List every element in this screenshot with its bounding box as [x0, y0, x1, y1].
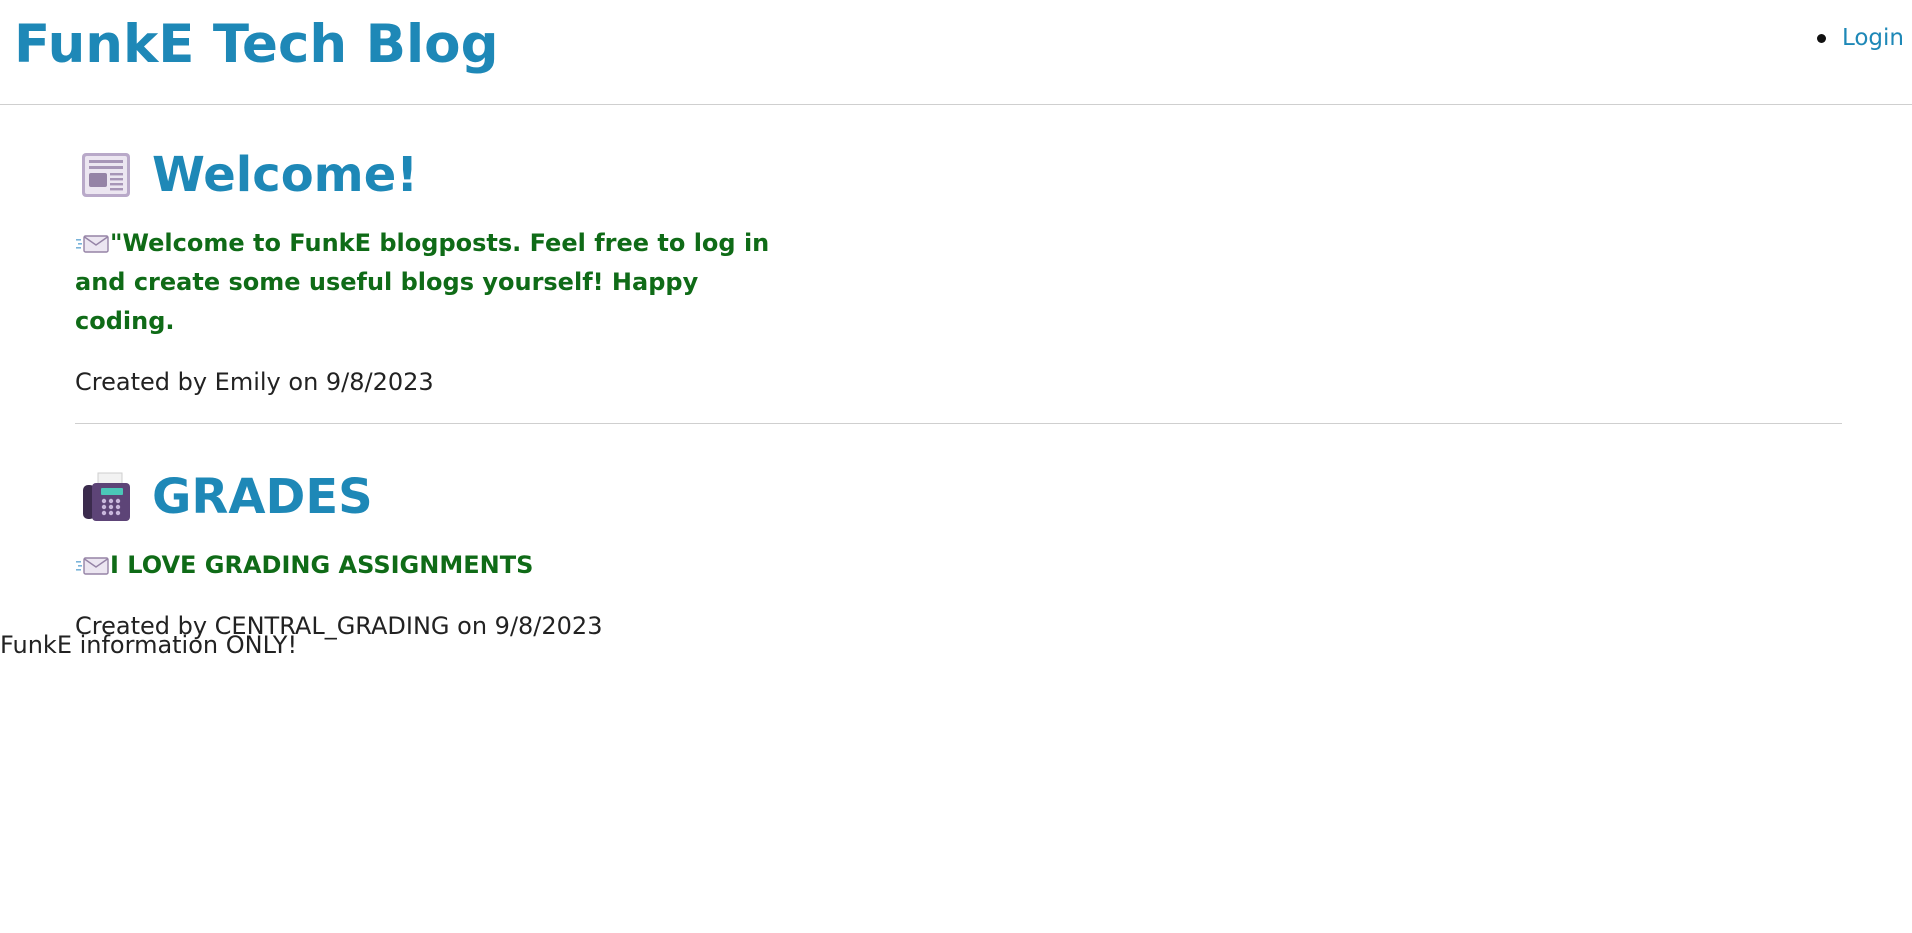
post-content: "Welcome to FunkE blogposts. Feel free t… [75, 224, 795, 341]
site-header: FunkE Tech Blog Login [0, 0, 1912, 105]
post-card: Welcome! "Welcome to FunkE blogposts. Fe… [75, 140, 1842, 399]
post-title[interactable]: Welcome! [152, 145, 418, 205]
incoming-envelope-icon [76, 235, 109, 253]
post-divider [75, 423, 1842, 424]
incoming-envelope-icon [76, 557, 109, 575]
post-header: Welcome! [75, 140, 1842, 210]
post-content-text: I LOVE GRADING ASSIGNMENTS [110, 551, 534, 579]
post-header: GRADES [75, 462, 1842, 532]
post-content: I LOVE GRADING ASSIGNMENTS [75, 546, 795, 585]
fax-machine-icon [83, 472, 130, 521]
post-list: Welcome! "Welcome to FunkE blogposts. Fe… [75, 140, 1842, 643]
login-link[interactable]: Login [1842, 20, 1904, 56]
newspaper-icon [82, 153, 130, 197]
post-content-text: "Welcome to FunkE blogposts. Feel free t… [75, 229, 770, 335]
nav-menu: Login [1816, 20, 1904, 56]
post-card: GRADES I LOVE GRADING ASSIGNMENTS Create… [75, 462, 1842, 643]
site-footer: FunkE information ONLY! [0, 631, 298, 659]
post-meta: Created by CENTRAL_GRADING on 9/8/2023 [75, 612, 603, 640]
post-title[interactable]: GRADES [152, 467, 373, 527]
post-meta: Created by Emily on 9/8/2023 [75, 368, 434, 396]
site-title[interactable]: FunkE Tech Blog [14, 10, 499, 80]
bullet-icon [1816, 33, 1826, 43]
